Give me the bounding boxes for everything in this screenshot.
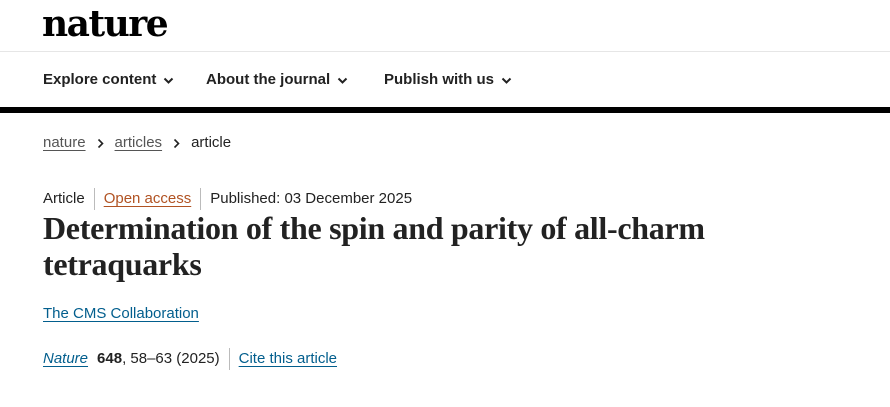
chevron-down-icon — [501, 77, 512, 84]
nav-item-label: Publish with us — [384, 71, 495, 88]
nav-item-label: Explore content — [43, 71, 157, 88]
breadcrumb-current: article — [191, 134, 232, 151]
nav-divider — [0, 107, 890, 113]
cite-this-article-link[interactable]: Cite this article — [239, 348, 337, 370]
open-access-link[interactable]: Open access — [104, 188, 192, 210]
nature-logo[interactable]: nature — [42, 4, 169, 44]
nav-publish-with-us[interactable]: Publish with us — [384, 71, 512, 89]
article-meta: Article Open access Published: 03 Decemb… — [43, 188, 412, 210]
citation-divider — [228, 348, 230, 370]
article-title: Determination of the spin and parity of … — [43, 210, 705, 282]
breadcrumb-articles[interactable]: articles — [115, 134, 163, 152]
nav-item-label: About the journal — [206, 71, 331, 88]
chevron-right-icon — [97, 138, 104, 148]
breadcrumb: nature articles article — [43, 134, 231, 152]
main-nav: Explore content About the journal Publis… — [0, 53, 890, 107]
site-header: nature — [0, 0, 890, 52]
citation-volume: 648 — [97, 350, 123, 367]
journal-link[interactable]: Nature — [43, 348, 88, 370]
nav-explore-content[interactable]: Explore content — [43, 71, 174, 89]
author-link[interactable]: The CMS Collaboration — [43, 305, 199, 323]
citation: Nature 648 , 58–63 (2025) Cite this arti… — [43, 348, 337, 370]
chevron-down-icon — [164, 77, 174, 84]
nav-about-journal[interactable]: About the journal — [206, 71, 348, 89]
chevron-right-icon — [173, 138, 180, 148]
meta-divider — [93, 188, 95, 210]
meta-divider — [200, 188, 202, 210]
citation-pages: , 58–63 (2025) — [122, 350, 220, 367]
chevron-down-icon — [337, 77, 348, 84]
article-type: Article — [43, 190, 85, 207]
published-date: Published: 03 December 2025 — [210, 190, 413, 207]
breadcrumb-nature[interactable]: nature — [43, 134, 86, 152]
